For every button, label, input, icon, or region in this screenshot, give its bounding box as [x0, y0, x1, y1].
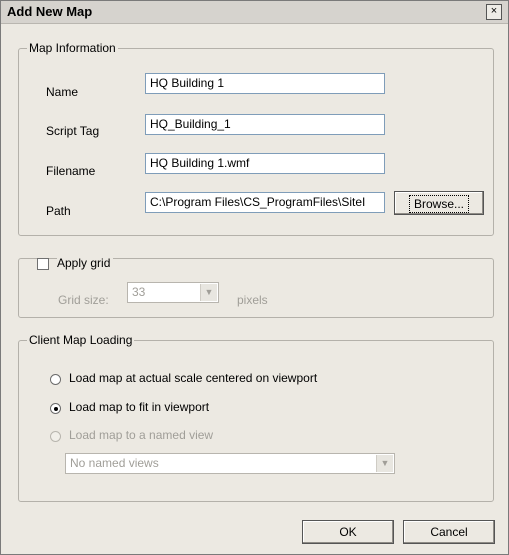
browse-button-label: Browse... [408, 195, 469, 213]
window-title: Add New Map [7, 4, 93, 19]
named-view-select[interactable]: No named views ▼ [65, 453, 395, 474]
chevron-down-icon: ▼ [200, 284, 217, 301]
grid-size-value: 33 [132, 285, 146, 299]
name-input[interactable]: HQ Building 1 [145, 73, 385, 94]
filename-input[interactable]: HQ Building 1.wmf [145, 153, 385, 174]
client-map-loading-legend: Client Map Loading [27, 333, 135, 347]
named-view-select-value: No named views [70, 456, 159, 470]
cancel-button[interactable]: Cancel [403, 520, 495, 544]
filename-label: Filename [46, 164, 96, 178]
chevron-down-icon: ▼ [376, 455, 393, 472]
ok-button[interactable]: OK [302, 520, 394, 544]
close-button[interactable]: × [486, 4, 502, 20]
grid-size-label: Grid size: [58, 293, 109, 307]
map-information-legend: Map Information [27, 41, 118, 55]
script-tag-input[interactable]: HQ_Building_1 [145, 114, 385, 135]
name-label: Name [46, 85, 79, 99]
radio-selected-dot [54, 407, 58, 411]
radio-named-view[interactable] [50, 431, 61, 442]
title-bar: Add New Map × [1, 1, 508, 24]
grid-size-input[interactable]: 33 ▼ [127, 282, 219, 303]
apply-grid-checkbox[interactable] [37, 258, 49, 270]
apply-grid-label: Apply grid [57, 256, 114, 270]
script-tag-label: Script Tag [46, 124, 100, 138]
radio-fit-viewport[interactable] [50, 403, 61, 414]
path-input[interactable]: C:\Program Files\CS_ProgramFiles\SiteI [145, 192, 385, 213]
add-new-map-dialog: Add New Map × Map Information Name HQ Bu… [0, 0, 509, 555]
grid-units-label: pixels [237, 293, 268, 307]
option-actual-scale-label[interactable]: Load map at actual scale centered on vie… [69, 371, 317, 385]
path-label: Path [46, 204, 71, 218]
option-named-view-label: Load map to a named view [69, 428, 214, 442]
option-fit-viewport-label[interactable]: Load map to fit in viewport [69, 400, 209, 414]
radio-actual-scale[interactable] [50, 374, 61, 385]
browse-button[interactable]: Browse... [394, 191, 484, 215]
client-map-loading-group: Client Map Loading [18, 333, 494, 502]
